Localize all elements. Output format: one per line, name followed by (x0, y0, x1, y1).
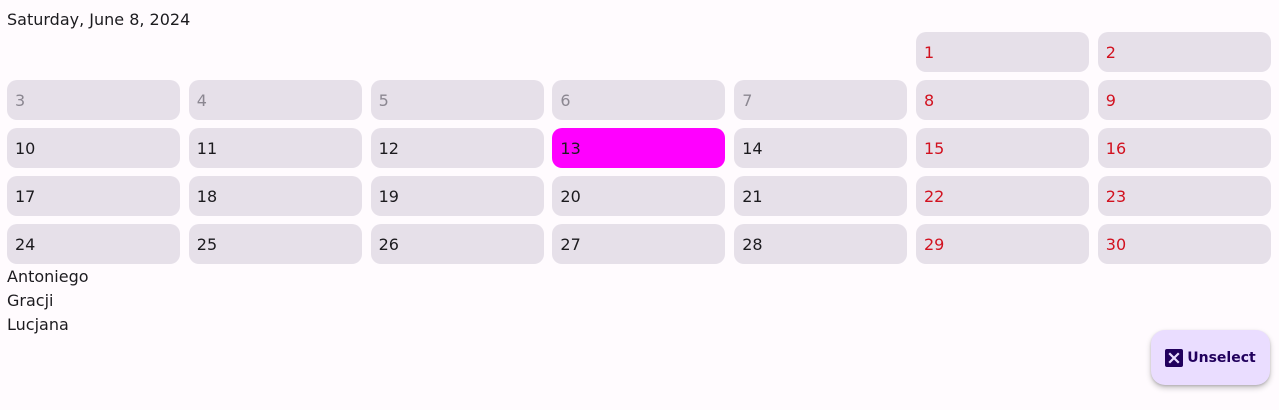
calendar-day-18[interactable]: 18 (188, 176, 362, 216)
calendar-day-30[interactable]: 30 (1097, 224, 1271, 264)
name-day-item: Antoniego (7, 267, 89, 286)
calendar-empty-cell (552, 32, 725, 72)
unselect-label: Unselect (1187, 349, 1256, 366)
calendar-day-11[interactable]: 11 (188, 128, 362, 168)
calendar-day-selected[interactable]: 13 (552, 128, 726, 168)
calendar-grid: 1 2 3 4 5 6 7 8 9 10 11 12 13 14 15 16 17 18 19 20 21 22 23 24 2… (7, 32, 1271, 264)
name-day-item: Lucjana (7, 315, 69, 334)
calendar-day-5[interactable]: 5 (370, 80, 544, 120)
calendar-day-28[interactable]: 28 (734, 224, 908, 264)
calendar-empty-cell (371, 32, 544, 72)
calendar-day-20[interactable]: 20 (552, 176, 726, 216)
unselect-button[interactable]: Unselect (1151, 330, 1270, 385)
calendar-day-9[interactable]: 9 (1097, 80, 1271, 120)
calendar-empty-cell (734, 32, 907, 72)
calendar-day-22[interactable]: 22 (915, 176, 1089, 216)
calendar-day-24[interactable]: 24 (7, 224, 180, 264)
calendar-day-19[interactable]: 19 (370, 176, 544, 216)
name-day-item: Gracji (7, 291, 54, 310)
calendar-day-2[interactable]: 2 (1097, 32, 1271, 72)
calendar-day-21[interactable]: 21 (734, 176, 908, 216)
calendar-day-25[interactable]: 25 (188, 224, 362, 264)
calendar-day-23[interactable]: 23 (1097, 176, 1271, 216)
calendar-day-15[interactable]: 15 (915, 128, 1089, 168)
calendar-empty-cell (7, 32, 180, 72)
calendar-day-17[interactable]: 17 (7, 176, 180, 216)
calendar-day-3[interactable]: 3 (7, 80, 180, 120)
calendar-day-8[interactable]: 8 (915, 80, 1089, 120)
calendar-day-4[interactable]: 4 (188, 80, 362, 120)
calendar-empty-cell (189, 32, 362, 72)
name-day-list: Antoniego Gracji Lucjana (7, 265, 89, 337)
calendar-app: Saturday, June 8, 2024 1 2 3 4 5 6 7 8 9 10 11 12 13… (0, 0, 1279, 410)
calendar-day-27[interactable]: 27 (552, 224, 726, 264)
calendar-day-10[interactable]: 10 (7, 128, 180, 168)
calendar-day-7[interactable]: 7 (734, 80, 908, 120)
selected-date-title: Saturday, June 8, 2024 (7, 10, 191, 29)
calendar-day-26[interactable]: 26 (370, 224, 544, 264)
calendar-day-16[interactable]: 16 (1097, 128, 1271, 168)
close-icon (1165, 348, 1184, 367)
calendar-day-29[interactable]: 29 (915, 224, 1089, 264)
calendar-day-1[interactable]: 1 (915, 32, 1089, 72)
calendar-day-14[interactable]: 14 (734, 128, 908, 168)
calendar-day-6[interactable]: 6 (552, 80, 726, 120)
calendar-day-12[interactable]: 12 (370, 128, 544, 168)
